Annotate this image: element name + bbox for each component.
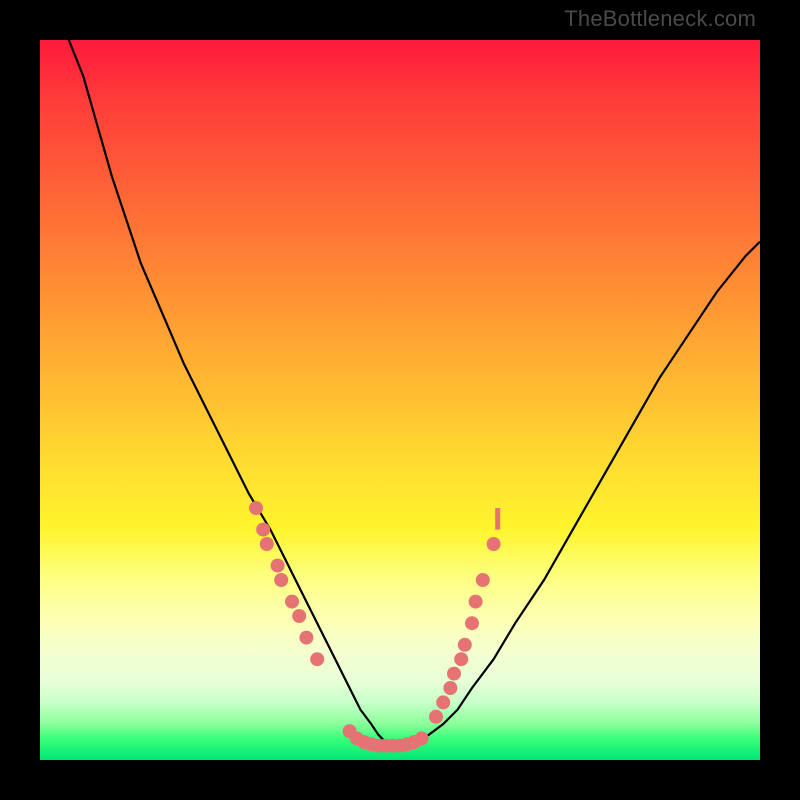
watermark-text: TheBottleneck.com (564, 6, 756, 32)
bottleneck-curve (69, 40, 760, 746)
data-point (436, 695, 450, 709)
data-point (299, 631, 313, 645)
data-point (292, 609, 306, 623)
data-points-group (249, 501, 501, 753)
chart-svg (40, 40, 760, 760)
data-point (469, 595, 483, 609)
chart-frame: TheBottleneck.com (0, 0, 800, 800)
data-point (465, 616, 479, 630)
data-point (443, 681, 457, 695)
data-point (487, 537, 501, 551)
data-point (458, 638, 472, 652)
data-point (256, 523, 270, 537)
data-point (285, 595, 299, 609)
data-point (476, 573, 490, 587)
data-point (310, 652, 324, 666)
data-point (447, 667, 461, 681)
plot-area (40, 40, 760, 760)
data-point (271, 559, 285, 573)
data-point (429, 710, 443, 724)
annotations-group (495, 508, 500, 530)
data-point (260, 537, 274, 551)
data-point (454, 652, 468, 666)
data-point (249, 501, 263, 515)
data-point (274, 573, 288, 587)
tick-annotation (495, 508, 500, 530)
data-point (415, 731, 429, 745)
